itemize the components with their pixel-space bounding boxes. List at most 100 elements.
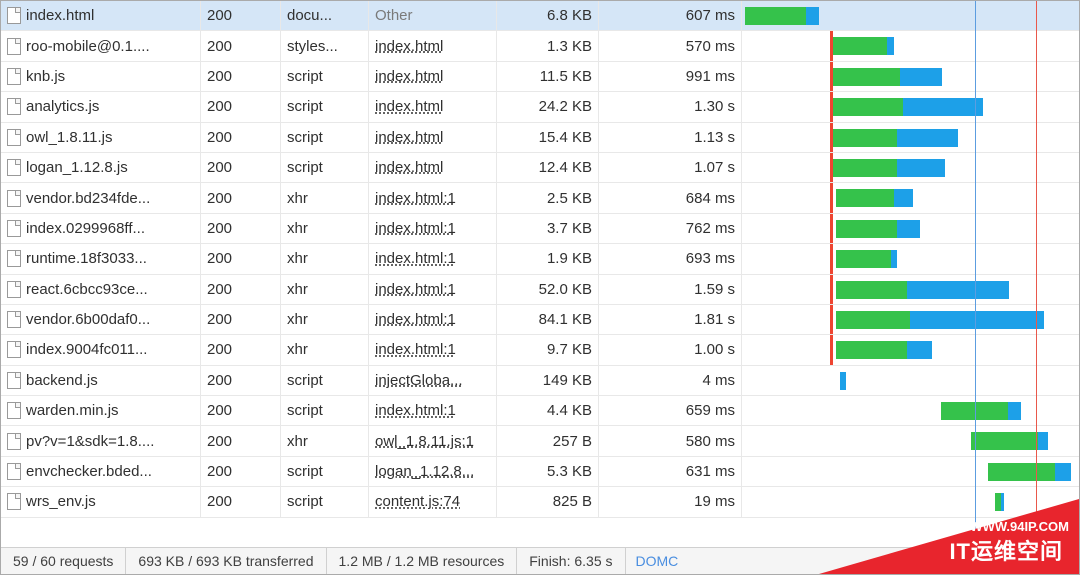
cell-time: 1.30 s (599, 92, 742, 121)
table-row[interactable]: analytics.js200scriptindex.html24.2 KB1.… (1, 92, 1079, 122)
cell-name[interactable]: wrs_env.js (1, 487, 201, 516)
cell-waterfall[interactable] (742, 244, 1079, 273)
cell-initiator[interactable]: index.html:1 (369, 244, 497, 273)
cell-waterfall[interactable] (742, 62, 1079, 91)
file-name: react.6cbcc93ce... (26, 281, 148, 298)
cell-type: xhr (281, 183, 369, 212)
table-row[interactable]: warden.min.js 200scriptindex.html:14.4 KB… (1, 396, 1079, 426)
request-start-marker (830, 183, 833, 212)
cell-time: 1.00 s (599, 335, 742, 364)
cell-waterfall[interactable] (742, 335, 1079, 364)
cell-initiator: Other (369, 1, 497, 30)
cell-waterfall[interactable] (742, 31, 1079, 60)
table-row[interactable]: runtime.18f3033...200xhrindex.html:11.9 … (1, 244, 1079, 274)
cell-initiator[interactable]: content.js:74 (369, 487, 497, 516)
cell-name[interactable]: owl_1.8.11.js (1, 123, 201, 152)
cell-waterfall[interactable] (742, 457, 1079, 486)
cell-waterfall[interactable] (742, 183, 1079, 212)
cell-status: 200 (201, 366, 281, 395)
cell-name[interactable]: backend.js (1, 366, 201, 395)
cell-waterfall[interactable] (742, 153, 1079, 182)
cell-name[interactable]: vendor.6b00daf0... (1, 305, 201, 334)
table-row[interactable]: index.0299968ff...200xhrindex.html:13.7 … (1, 214, 1079, 244)
timing-bar (836, 250, 897, 268)
cell-initiator[interactable]: logan_1.12.8... (369, 457, 497, 486)
cell-initiator[interactable]: index.html (369, 123, 497, 152)
cell-initiator[interactable]: index.html:1 (369, 396, 497, 425)
cell-initiator[interactable]: index.html (369, 92, 497, 121)
cell-time: 693 ms (599, 244, 742, 273)
cell-name[interactable]: vendor.bd234fde... (1, 183, 201, 212)
table-row[interactable]: roo-mobile@0.1....200styles...index.html… (1, 31, 1079, 61)
cell-waterfall[interactable] (742, 305, 1079, 334)
table-row[interactable]: wrs_env.js200scriptcontent.js:74825 B19 … (1, 487, 1079, 517)
cell-waterfall[interactable] (742, 214, 1079, 243)
cell-size: 4.4 KB (497, 396, 599, 425)
table-row[interactable]: logan_1.12.8.js200scriptindex.html12.4 K… (1, 153, 1079, 183)
cell-waterfall[interactable] (742, 1, 1079, 30)
cell-status: 200 (201, 396, 281, 425)
cell-initiator[interactable]: index.html (369, 31, 497, 60)
cell-type: script (281, 487, 369, 516)
cell-name[interactable]: analytics.js (1, 92, 201, 121)
cell-initiator[interactable]: index.html:1 (369, 183, 497, 212)
cell-status: 200 (201, 457, 281, 486)
cell-status: 200 (201, 183, 281, 212)
table-row[interactable]: envchecker.bded...200scriptlogan_1.12.8.… (1, 457, 1079, 487)
cell-type: script (281, 123, 369, 152)
table-row[interactable]: knb.js200scriptindex.html11.5 KB991 ms (1, 62, 1079, 92)
table-row[interactable]: owl_1.8.11.js200scriptindex.html15.4 KB1… (1, 123, 1079, 153)
cell-name[interactable]: logan_1.12.8.js (1, 153, 201, 182)
cell-waterfall[interactable] (742, 275, 1079, 304)
cell-name[interactable]: index.html (1, 1, 201, 30)
cell-initiator[interactable]: owl_1.8.11.js:1 (369, 426, 497, 455)
cell-name[interactable]: pv?v=1&sdk=1.8.... (1, 426, 201, 455)
cell-name[interactable]: react.6cbcc93ce... (1, 275, 201, 304)
cell-type: script (281, 396, 369, 425)
cell-name[interactable]: roo-mobile@0.1.... (1, 31, 201, 60)
cell-size: 24.2 KB (497, 92, 599, 121)
cell-type: script (281, 457, 369, 486)
timing-bar (971, 432, 1048, 450)
cell-waterfall[interactable] (742, 396, 1079, 425)
cell-name[interactable]: knb.js (1, 62, 201, 91)
cell-name[interactable]: runtime.18f3033... (1, 244, 201, 273)
table-row[interactable]: backend.js200scriptinjectGloba...149 KB4… (1, 366, 1079, 396)
file-name: logan_1.12.8.js (26, 159, 128, 176)
cell-time: 19 ms (599, 487, 742, 516)
cell-size: 9.7 KB (497, 335, 599, 364)
cell-time: 1.81 s (599, 305, 742, 334)
cell-waterfall[interactable] (742, 426, 1079, 455)
cell-name[interactable]: index.0299968ff... (1, 214, 201, 243)
cell-time: 991 ms (599, 62, 742, 91)
cell-status: 200 (201, 1, 281, 30)
table-row[interactable]: vendor.bd234fde...200xhrindex.html:12.5 … (1, 183, 1079, 213)
cell-initiator[interactable]: injectGloba... (369, 366, 497, 395)
file-icon (7, 220, 21, 237)
cell-waterfall[interactable] (742, 366, 1079, 395)
cell-name[interactable]: index.9004fc011... (1, 335, 201, 364)
cell-type: xhr (281, 244, 369, 273)
table-row[interactable]: vendor.6b00daf0...200xhrindex.html:184.1… (1, 305, 1079, 335)
table-row[interactable]: index.9004fc011...200xhrindex.html:19.7 … (1, 335, 1079, 365)
cell-waterfall[interactable] (742, 92, 1079, 121)
file-name: warden.min.js (26, 402, 119, 419)
cell-waterfall[interactable] (742, 487, 1079, 516)
file-name: knb.js (26, 68, 65, 85)
cell-waterfall[interactable] (742, 123, 1079, 152)
cell-initiator[interactable]: index.html:1 (369, 305, 497, 334)
table-row[interactable]: pv?v=1&sdk=1.8....200xhrowl_1.8.11.js:12… (1, 426, 1079, 456)
cell-time: 607 ms (599, 1, 742, 30)
table-row[interactable]: index.html200docu...Other6.8 KB607 ms (1, 1, 1079, 31)
table-row[interactable]: react.6cbcc93ce...200xhrindex.html:152.0… (1, 275, 1079, 305)
cell-initiator[interactable]: index.html:1 (369, 214, 497, 243)
cell-time: 570 ms (599, 31, 742, 60)
cell-name[interactable]: warden.min.js (1, 396, 201, 425)
cell-name[interactable]: envchecker.bded... (1, 457, 201, 486)
cell-initiator[interactable]: index.html (369, 62, 497, 91)
status-finish: Finish: 6.35 s (517, 548, 625, 574)
cell-initiator[interactable]: index.html:1 (369, 335, 497, 364)
cell-initiator[interactable]: index.html:1 (369, 275, 497, 304)
file-name: index.0299968ff... (26, 220, 145, 237)
cell-initiator[interactable]: index.html (369, 153, 497, 182)
